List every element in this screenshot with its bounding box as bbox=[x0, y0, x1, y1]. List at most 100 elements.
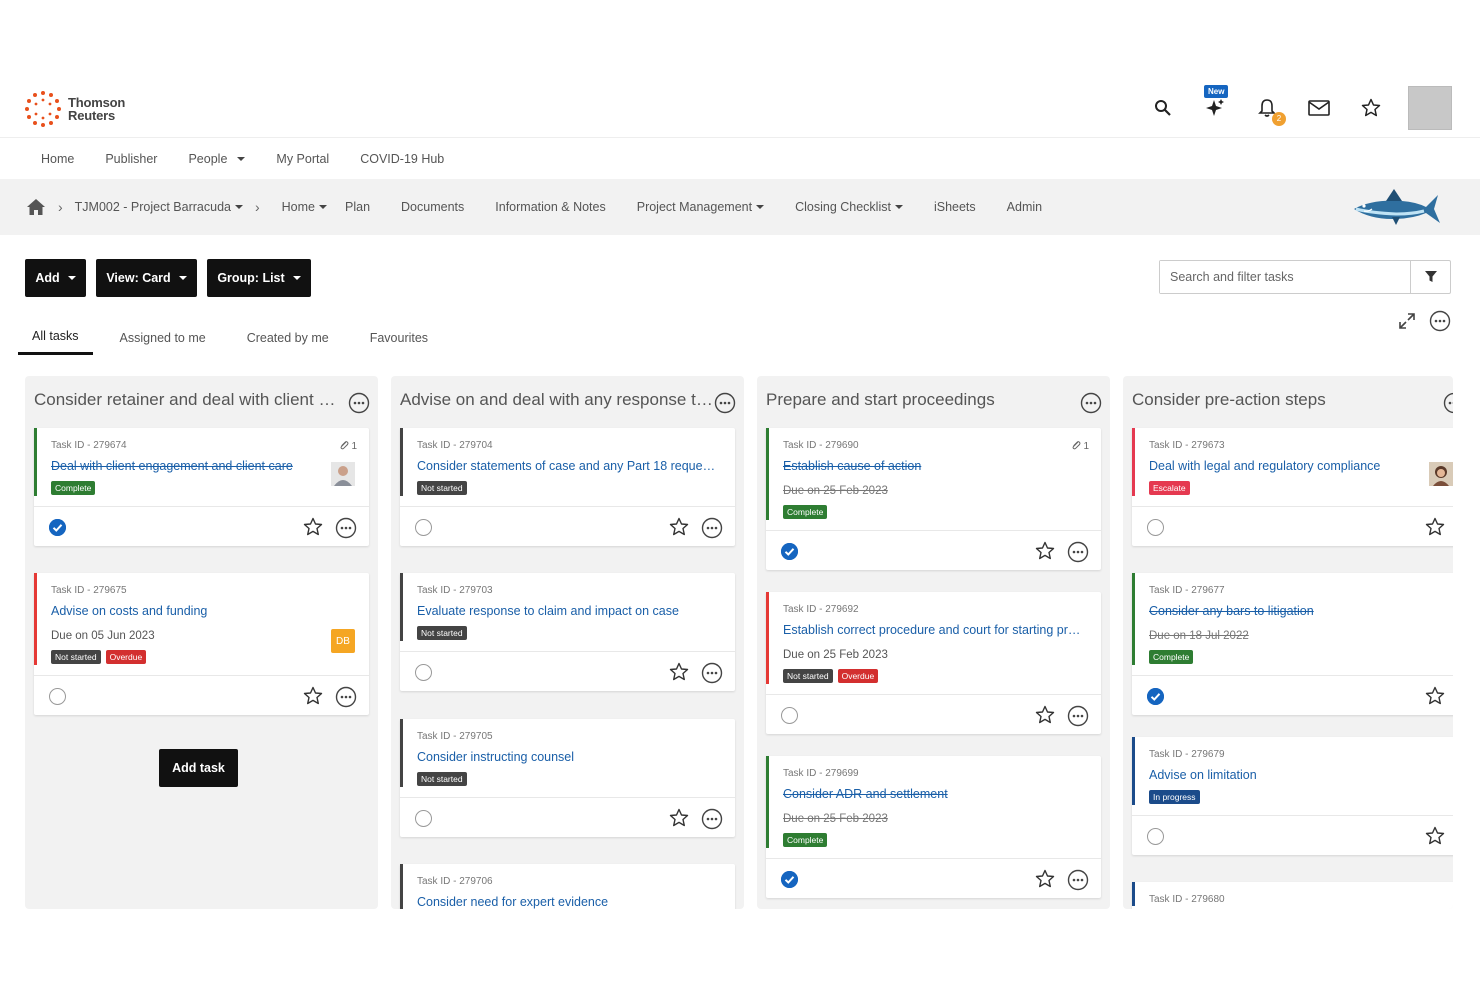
task-card[interactable]: Task ID - 279699 Consider ADR and settlem… bbox=[766, 756, 1101, 898]
task-title-link[interactable]: Evaluate response to claim and impact on… bbox=[417, 604, 717, 618]
task-card[interactable]: Task ID - 279690 Establish cause of actio… bbox=[766, 428, 1101, 570]
attachment-count[interactable]: 1 bbox=[1071, 440, 1089, 453]
nav-my-portal[interactable]: My Portal bbox=[276, 152, 329, 166]
task-card[interactable]: Task ID - 279674 Deal with client engagem… bbox=[34, 428, 369, 546]
favourite-star-icon[interactable] bbox=[669, 517, 689, 542]
card-more-icon[interactable] bbox=[701, 662, 723, 689]
card-padding bbox=[417, 640, 721, 641]
task-card[interactable]: Task ID - 279705 Consider instructing cou… bbox=[400, 719, 735, 837]
column-more-icon[interactable] bbox=[714, 392, 736, 419]
favourite-star-icon[interactable] bbox=[669, 662, 689, 687]
card-more-icon[interactable] bbox=[335, 686, 357, 713]
column-more-icon[interactable] bbox=[348, 392, 370, 419]
task-title-link[interactable]: Advise on limitation bbox=[1149, 768, 1449, 782]
complete-checkbox[interactable] bbox=[781, 871, 798, 888]
card-more-icon[interactable] bbox=[335, 517, 357, 544]
complete-checkbox[interactable] bbox=[781, 707, 798, 724]
nav-covid-hub[interactable]: COVID-19 Hub bbox=[360, 152, 444, 166]
task-title-link[interactable]: Deal with legal and regulatory complianc… bbox=[1149, 459, 1449, 473]
pnav-admin[interactable]: Admin bbox=[1007, 200, 1042, 214]
complete-checkbox[interactable] bbox=[415, 664, 432, 681]
complete-checkbox[interactable] bbox=[1147, 519, 1164, 536]
expand-icon[interactable] bbox=[1396, 310, 1418, 332]
favourite-star-icon[interactable] bbox=[1425, 686, 1445, 711]
pnav-documents[interactable]: Documents bbox=[401, 200, 464, 214]
card-more-icon[interactable] bbox=[1067, 705, 1089, 732]
task-card[interactable]: Task ID - 279679 Advise on limitation In p… bbox=[1132, 737, 1453, 855]
task-card[interactable]: Task ID - 279680 bbox=[1132, 882, 1453, 909]
favourite-star-icon[interactable] bbox=[1425, 517, 1445, 542]
complete-checkbox[interactable] bbox=[49, 519, 66, 536]
task-card[interactable]: Task ID - 279675 Advise on costs and fund… bbox=[34, 573, 369, 715]
task-title-link[interactable]: Consider any bars to litigation bbox=[1149, 604, 1449, 618]
assignee-avatar[interactable]: DB bbox=[331, 629, 355, 653]
task-title-link[interactable]: Consider statements of case and any Part… bbox=[417, 459, 717, 473]
column-more-icon[interactable] bbox=[1443, 392, 1453, 419]
favourite-star-icon[interactable] bbox=[1425, 826, 1445, 851]
column-more-icon[interactable] bbox=[1080, 392, 1102, 419]
pnav-information-notes[interactable]: Information & Notes bbox=[495, 200, 605, 214]
user-avatar[interactable] bbox=[1408, 86, 1452, 130]
complete-checkbox[interactable] bbox=[781, 543, 798, 560]
task-card[interactable]: Task ID - 279706 Consider need for expert… bbox=[400, 864, 735, 909]
tab-assigned-to-me[interactable]: Assigned to me bbox=[120, 320, 206, 355]
project-selector[interactable]: TJM002 - Project Barracuda bbox=[75, 200, 243, 214]
group-list-button[interactable]: Group: List bbox=[207, 259, 311, 297]
view-card-button[interactable]: View: Card bbox=[96, 259, 197, 297]
nav-home[interactable]: Home bbox=[41, 152, 74, 166]
pnav-plan[interactable]: Plan bbox=[345, 200, 370, 214]
complete-checkbox[interactable] bbox=[49, 688, 66, 705]
task-title-link[interactable]: Establish cause of action bbox=[783, 459, 1083, 473]
favourite-star-icon[interactable] bbox=[1035, 705, 1055, 730]
nav-people[interactable]: People bbox=[188, 152, 246, 166]
pnav-isheets[interactable]: iSheets bbox=[934, 200, 976, 214]
task-card[interactable]: Task ID - 279703 Evaluate response to cla… bbox=[400, 573, 735, 691]
pnav-project-management[interactable]: Project Management bbox=[637, 200, 765, 214]
attachment-count[interactable]: 1 bbox=[339, 440, 357, 453]
complete-checkbox[interactable] bbox=[415, 810, 432, 827]
task-card[interactable]: Task ID - 279692 Establish correct proced… bbox=[766, 592, 1101, 734]
task-card[interactable]: Task ID - 279704 Consider statements of c… bbox=[400, 428, 735, 546]
tab-favourites[interactable]: Favourites bbox=[370, 320, 428, 355]
card-more-icon[interactable] bbox=[701, 517, 723, 544]
search-tasks-input[interactable] bbox=[1160, 261, 1410, 293]
favourite-star-icon[interactable] bbox=[303, 517, 323, 542]
add-button[interactable]: Add bbox=[25, 259, 86, 297]
card-more-icon[interactable] bbox=[1067, 541, 1089, 568]
task-title-link[interactable]: Consider ADR and settlement bbox=[783, 787, 1083, 801]
add-task-button[interactable]: Add task bbox=[159, 749, 238, 787]
pnav-documents-label: Documents bbox=[401, 200, 465, 214]
assignee-avatar[interactable] bbox=[1429, 462, 1453, 486]
task-title-link[interactable]: Advise on costs and funding bbox=[51, 604, 351, 618]
bell-icon[interactable]: 2 bbox=[1252, 93, 1286, 126]
ai-sparkle-icon[interactable]: New bbox=[1200, 85, 1230, 123]
search-icon[interactable] bbox=[1148, 93, 1178, 123]
pnav-closing-checklist[interactable]: Closing Checklist bbox=[795, 200, 903, 214]
home-icon[interactable] bbox=[26, 198, 46, 216]
favourite-star-icon[interactable] bbox=[1035, 541, 1055, 566]
favourites-star-icon[interactable] bbox=[1356, 93, 1386, 123]
card-more-icon[interactable] bbox=[701, 808, 723, 835]
task-title-link[interactable]: Establish correct procedure and court fo… bbox=[783, 623, 1083, 637]
filter-button[interactable] bbox=[1410, 261, 1450, 293]
nav-publisher[interactable]: Publisher bbox=[105, 152, 157, 166]
task-title-link[interactable]: Deal with client engagement and client c… bbox=[51, 459, 351, 473]
task-title-link[interactable]: Consider instructing counsel bbox=[417, 750, 717, 764]
task-card[interactable]: Task ID - 279673 Deal with legal and regu… bbox=[1132, 428, 1453, 546]
favourite-star-icon[interactable] bbox=[303, 686, 323, 711]
assignee-avatar[interactable] bbox=[331, 462, 355, 486]
board-more-icon[interactable] bbox=[1429, 310, 1451, 332]
favourite-star-icon[interactable] bbox=[1035, 869, 1055, 894]
pnav-home[interactable]: Home bbox=[282, 200, 327, 214]
tab-all-tasks[interactable]: All tasks bbox=[18, 320, 93, 355]
task-title-link[interactable]: Consider need for expert evidence bbox=[417, 895, 717, 909]
complete-checkbox[interactable] bbox=[1147, 688, 1164, 705]
complete-checkbox[interactable] bbox=[415, 519, 432, 536]
thomson-reuters-logo[interactable]: Thomson Reuters bbox=[24, 90, 125, 128]
task-card[interactable]: Task ID - 279677 Consider any bars to lit… bbox=[1132, 573, 1453, 715]
card-more-icon[interactable] bbox=[1067, 869, 1089, 896]
complete-checkbox[interactable] bbox=[1147, 828, 1164, 845]
mail-icon[interactable] bbox=[1304, 93, 1334, 123]
tab-created-by-me[interactable]: Created by me bbox=[247, 320, 329, 355]
favourite-star-icon[interactable] bbox=[669, 808, 689, 833]
